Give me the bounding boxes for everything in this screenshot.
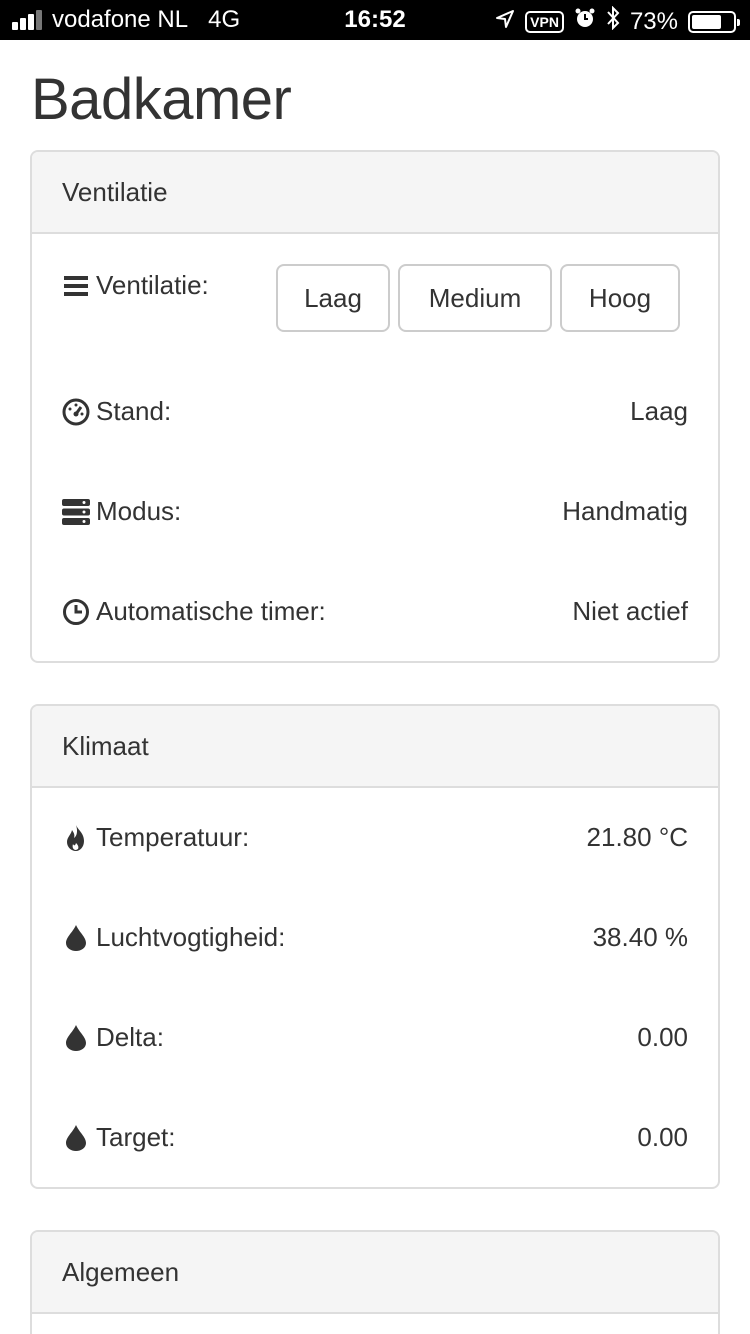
droplet-icon: [62, 924, 90, 952]
modus-label: Modus:: [96, 496, 182, 526]
status-bar: vodafone NL 4G 16:52 VPN 73%: [0, 0, 750, 40]
panel-heading-klimaat: Klimaat: [32, 706, 718, 788]
algemeen-panel: Algemeen: [30, 1230, 720, 1334]
ventilation-level-buttons: Laag Medium Hoog: [276, 264, 688, 332]
panel-heading-ventilatie: Ventilatie: [32, 152, 718, 234]
klimaat-panel: Klimaat Temperatuur: 21.80 °C Luchtvogti…: [30, 704, 720, 1189]
droplet-icon: [62, 1024, 90, 1052]
modus-value: Handmatig: [562, 496, 688, 526]
ventilatie-control-row: Ventilatie: Laag Medium Hoog: [32, 234, 718, 344]
dashboard-icon: [62, 398, 90, 426]
luchtvochtigheid-value: 38.40 %: [592, 922, 688, 952]
battery-fill: [692, 14, 722, 29]
ventilation-high-button[interactable]: Hoog: [560, 264, 680, 332]
bars-icon: [62, 272, 90, 300]
temperatuur-label: Temperatuur:: [96, 822, 250, 852]
server-icon: [62, 498, 90, 526]
delta-value: 0.00: [637, 1022, 688, 1052]
stand-label: Stand:: [96, 396, 172, 426]
timer-label: Automatische timer:: [96, 596, 326, 626]
fire-icon: [62, 824, 90, 852]
ventilation-low-button[interactable]: Laag: [276, 264, 390, 332]
location-arrow-icon: [495, 8, 515, 36]
ventilation-medium-button[interactable]: Medium: [398, 264, 552, 332]
target-value: 0.00: [637, 1122, 688, 1152]
delta-label: Delta:: [96, 1022, 164, 1052]
battery-icon: [688, 10, 740, 33]
vpn-badge: VPN: [525, 10, 564, 33]
timer-value: Niet actief: [572, 596, 688, 626]
target-label: Target:: [96, 1122, 176, 1152]
clock-icon: [62, 598, 90, 626]
bluetooth-icon: [606, 5, 620, 37]
temperatuur-value: 21.80 °C: [586, 822, 688, 852]
battery-percent: 73%: [629, 7, 678, 35]
stand-value: Laag: [630, 396, 688, 426]
page-title: Badkamer: [31, 67, 292, 132]
droplet-icon: [62, 1124, 90, 1152]
luchtvochtigheid-label: Luchtvogtigheid:: [96, 922, 286, 952]
alarm-icon: [574, 7, 596, 36]
panel-heading-algemeen: Algemeen: [32, 1232, 718, 1314]
ventilatie-panel: Ventilatie Ventilatie: Laag Medium Hoog …: [30, 150, 720, 663]
ventilatie-control-label: Ventilatie:: [96, 270, 209, 300]
